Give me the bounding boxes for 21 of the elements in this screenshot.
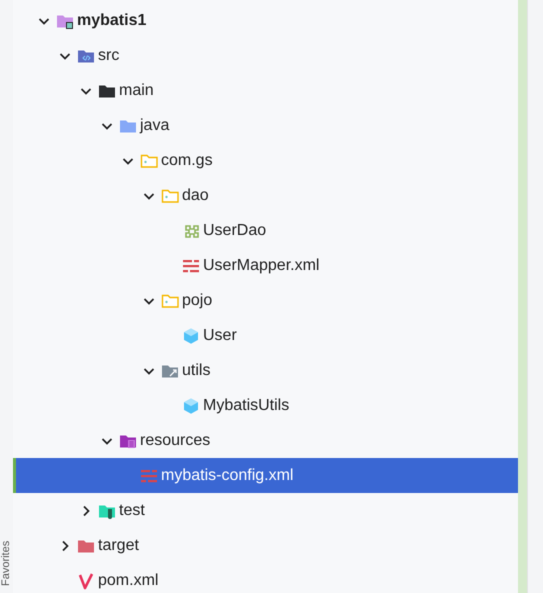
tree-item[interactable]: com.gs <box>13 143 518 178</box>
tree-item[interactable]: UserMapper.xml <box>13 248 518 283</box>
tree-item[interactable]: main <box>13 73 518 108</box>
cube-icon <box>182 396 200 414</box>
tree-item[interactable]: pojo <box>13 283 518 318</box>
tree-item[interactable]: User <box>13 318 518 353</box>
tree-item[interactable]: UserDao <box>13 213 518 248</box>
tree-item[interactable]: test <box>13 493 518 528</box>
tree-item[interactable]: target <box>13 528 518 563</box>
maven-icon <box>77 572 95 590</box>
tree-item[interactable]: java <box>13 108 518 143</box>
tool-window-tab[interactable]: Favorites <box>0 540 13 586</box>
tree-item[interactable]: src <box>13 38 518 73</box>
tree-item[interactable]: mybatis1 <box>13 3 518 38</box>
cube-icon <box>182 326 200 344</box>
tree-item[interactable]: dao <box>13 178 518 213</box>
tree-item[interactable]: utils <box>13 353 518 388</box>
tree-item[interactable]: resources <box>13 423 518 458</box>
selected-tree-item[interactable]: mybatis-config.xml <box>13 458 518 493</box>
tree-item[interactable]: pom.xml <box>13 563 518 593</box>
tree-item[interactable]: MybatisUtils <box>13 388 518 423</box>
